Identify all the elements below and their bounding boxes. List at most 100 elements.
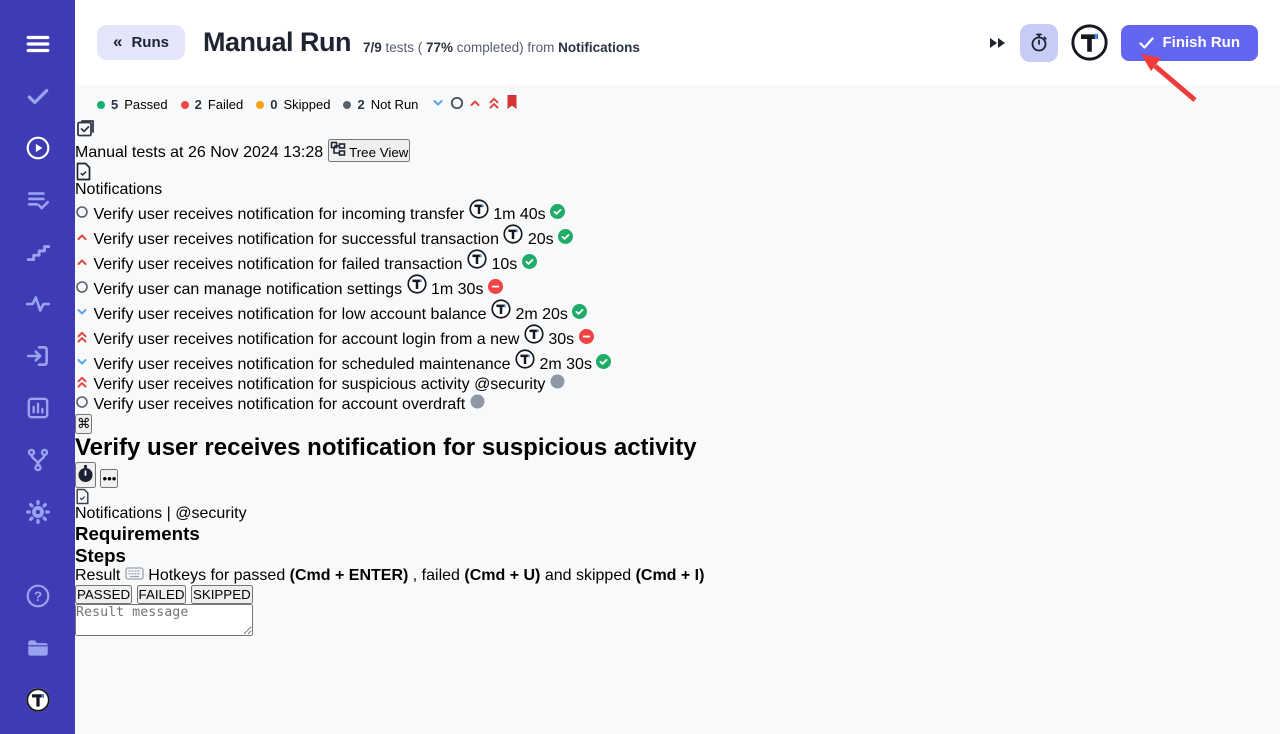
status-passed-icon <box>596 356 611 373</box>
detail-stopwatch-button[interactable] <box>75 462 96 488</box>
filter-priority-low-icon[interactable] <box>431 97 449 114</box>
testomat-logo-icon[interactable] <box>1071 24 1108 61</box>
status-failed-icon <box>579 331 594 348</box>
menu-icon[interactable] <box>18 24 58 64</box>
filter-priority-high-icon[interactable] <box>468 97 486 114</box>
tag-security[interactable]: @security <box>474 376 545 393</box>
breadcrumb-suite[interactable]: Notifications <box>75 505 162 522</box>
analytics-icon[interactable] <box>18 388 58 428</box>
summary-failed[interactable]: 2 Failed <box>181 97 244 112</box>
settings-gear-icon[interactable] <box>18 492 58 532</box>
failed-dot-icon <box>181 101 189 109</box>
projects-folder-icon[interactable] <box>18 628 58 668</box>
test-title: Verify user receives notification for sc… <box>93 356 510 373</box>
stopwatch-button[interactable] <box>1020 24 1058 62</box>
suite-file-icon <box>75 488 1280 505</box>
run-progress-summary: 7/9 tests ( 77% completed) from Notifica… <box>363 30 640 55</box>
hotkeys-hint: Hotkeys for passed (Cmd + ENTER) , faile… <box>125 567 705 584</box>
test-duration: 10s <box>491 256 517 273</box>
percent-completed: 77% <box>426 40 453 55</box>
testomat-logo-icon <box>524 331 544 348</box>
fast-forward-icon[interactable] <box>988 36 1007 50</box>
filter-bookmark-icon[interactable] <box>505 97 519 114</box>
test-list-check-icon[interactable] <box>18 180 58 220</box>
requirements-section[interactable]: Requirements <box>75 523 1280 545</box>
test-row-selected[interactable]: Verify user receives notification for su… <box>75 374 1280 394</box>
testomat-logo-icon <box>407 281 427 298</box>
hotkeys-text: Hotkeys for passed (Cmd + ENTER) , faile… <box>148 567 704 584</box>
tag-security[interactable]: @security <box>175 505 246 522</box>
test-title: Verify user receives notification for lo… <box>93 306 486 323</box>
not-run-dot-icon <box>343 101 351 109</box>
priority-highest-icon <box>75 376 89 393</box>
pulse-icon[interactable] <box>18 284 58 324</box>
test-title: Verify user receives notification for su… <box>93 376 469 393</box>
finish-run-label: Finish Run <box>1163 34 1241 51</box>
result-message-input[interactable] <box>75 604 253 636</box>
summary-passed[interactable]: 5 Passed <box>97 97 168 112</box>
test-row[interactable]: Verify user receives notification for sc… <box>75 349 1280 374</box>
test-title: Verify user can manage notification sett… <box>93 281 402 298</box>
sidebar: ? <box>0 0 75 734</box>
skipped-button[interactable]: SKIPPED <box>191 585 253 604</box>
testomat-logo-icon <box>491 306 511 323</box>
app-root: ? « Runs Manual Run 7/9 tests ( 77% comp… <box>0 0 1280 734</box>
passed-count: 5 <box>111 97 118 112</box>
test-duration: 1m 30s <box>431 281 483 298</box>
run-play-icon[interactable] <box>18 128 58 168</box>
test-title: Verify user receives notification for ac… <box>93 396 465 413</box>
tree-view-button[interactable]: Tree View <box>328 139 411 162</box>
priority-low-icon <box>75 356 89 373</box>
testomat-logo-icon <box>515 356 535 373</box>
status-passed-icon <box>558 231 573 248</box>
filter-priority-highest-icon[interactable] <box>487 97 505 114</box>
testomat-logo-icon <box>503 231 523 248</box>
failed-button[interactable]: FAILED <box>137 585 187 604</box>
test-row[interactable]: Verify user can manage notification sett… <box>75 274 1280 299</box>
failed-count: 2 <box>195 97 202 112</box>
breadcrumb-separator: | <box>167 505 171 522</box>
suite-name: Notifications <box>75 181 162 198</box>
runs-back-button[interactable]: « Runs <box>97 25 185 60</box>
priority-normal-icon <box>75 281 89 298</box>
test-row[interactable]: Verify user receives notification for ac… <box>75 324 1280 349</box>
skipped-dot-icon <box>256 101 264 109</box>
check-icon <box>1139 37 1154 49</box>
topbar: « Runs Manual Run 7/9 tests ( 77% comple… <box>75 0 1280 85</box>
test-title: Verify user receives notification for fa… <box>93 256 462 273</box>
requirements-heading: Requirements <box>75 523 1280 545</box>
command-hotkeys-button[interactable]: ⌘ <box>75 414 92 434</box>
steps-section[interactable]: Steps <box>75 545 1280 567</box>
test-row[interactable]: Verify user receives notification for in… <box>75 199 1280 224</box>
test-row[interactable]: Verify user receives notification for su… <box>75 224 1280 249</box>
more-options-button[interactable]: ••• <box>100 469 118 488</box>
result-header: Result Hotkeys for passed (Cmd + ENTER) … <box>75 567 1280 585</box>
filter-priority-normal-icon[interactable] <box>450 97 468 114</box>
finish-run-button[interactable]: Finish Run <box>1121 25 1259 61</box>
status-passed-icon <box>522 256 537 273</box>
branches-icon[interactable] <box>18 440 58 480</box>
test-title: Verify user receives notification for su… <box>93 231 499 248</box>
test-row[interactable]: Verify user receives notification for fa… <box>75 249 1280 274</box>
summary-not-run[interactable]: 2 Not Run <box>343 97 418 112</box>
skipped-label: Skipped <box>284 97 331 112</box>
import-icon[interactable] <box>18 336 58 376</box>
help-icon[interactable]: ? <box>18 576 58 616</box>
steps-icon[interactable] <box>18 232 58 272</box>
test-row[interactable]: Verify user receives notification for ac… <box>75 394 1280 414</box>
steps-heading: Steps <box>75 545 1280 567</box>
test-row[interactable]: Verify user receives notification for lo… <box>75 299 1280 324</box>
passed-button[interactable]: PASSED <box>75 585 132 604</box>
summary-skipped[interactable]: 0 Skipped <box>256 97 330 112</box>
status-not-run-icon <box>470 396 485 413</box>
keyboard-icon <box>125 567 144 580</box>
detail-title[interactable]: Verify user receives notification for su… <box>75 434 1280 462</box>
app-logo-icon[interactable] <box>18 680 58 720</box>
suite-row[interactable]: Notifications <box>75 162 1280 199</box>
status-failed-icon <box>488 281 503 298</box>
test-rows: Verify user receives notification for in… <box>75 199 1280 414</box>
check-icon[interactable] <box>18 76 58 116</box>
breadcrumb: Notifications | @security <box>75 488 1280 523</box>
priority-high-icon <box>75 231 89 248</box>
detail-actions: ••• <box>75 462 1280 488</box>
